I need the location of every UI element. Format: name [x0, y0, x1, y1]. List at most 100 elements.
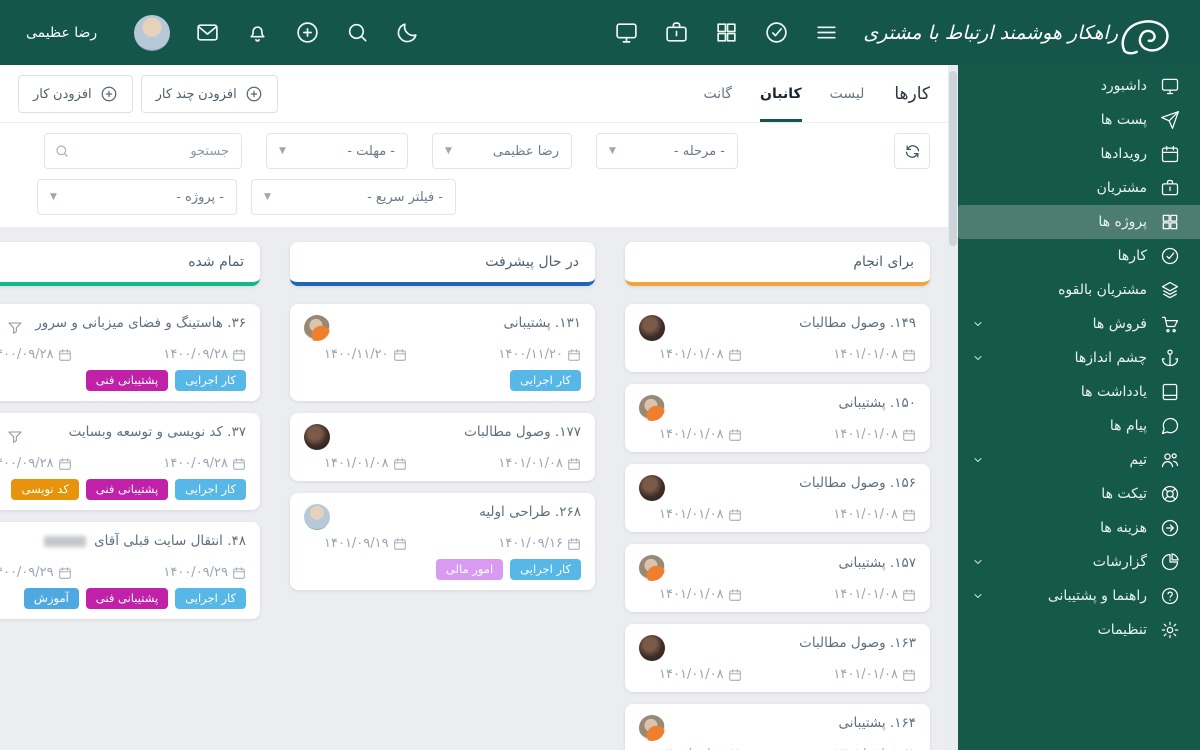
- moon-icon[interactable]: [395, 20, 420, 45]
- column-header: در حال پیشرفت: [290, 242, 595, 286]
- sidebar-item[interactable]: پروژه ها: [958, 205, 1200, 239]
- kanban-card[interactable]: ۲۶۸. طراحی اولیه ۱۴۰۱/۰۹/۱۶ ۱۴۰۱/۰۹/۱۹ کار …: [290, 493, 595, 590]
- card-date: ۱۴۰۱/۰۱/۰۸: [659, 427, 742, 442]
- quick-filter-select[interactable]: - فیلتر سریع - ▼: [251, 179, 456, 215]
- chevron-down-icon: [972, 556, 984, 568]
- sidebar-item[interactable]: پیام ها: [958, 409, 1200, 443]
- chat-icon: [1160, 416, 1180, 436]
- kanban-card[interactable]: ۱۴۹. وصول مطالبات ۱۴۰۱/۰۱/۰۸ ۱۴۰۱/۰۱/۰۸: [625, 304, 930, 372]
- brand-text: راهکار هوشمند ارتباط با مشتری: [863, 21, 1118, 44]
- chevron-down-icon: ▼: [50, 191, 57, 202]
- search-icon: [54, 143, 70, 159]
- calendar-icon: [58, 348, 72, 362]
- calendar-icon: [232, 566, 246, 580]
- gear-icon: [1160, 620, 1180, 640]
- kanban-card[interactable]: ۱۶۳. وصول مطالبات ۱۴۰۱/۰۱/۰۸ ۱۴۰۱/۰۱/۰۸: [625, 624, 930, 692]
- tab-active[interactable]: کانبان: [760, 65, 802, 122]
- sidebar-item[interactable]: تنظیمات: [958, 613, 1200, 647]
- tab-view[interactable]: لیست: [830, 65, 865, 122]
- calendar-icon: [728, 668, 742, 682]
- sidebar-item[interactable]: مشتریان: [958, 171, 1200, 205]
- kanban-card[interactable]: ۱۵۷. پشتیبانی ۱۴۰۱/۰۱/۰۸ ۱۴۰۱/۰۱/۰۸: [625, 544, 930, 612]
- sidebar-item[interactable]: چشم اندازها: [958, 341, 1200, 375]
- sidebar-item[interactable]: فروش ها: [958, 307, 1200, 341]
- card-date: ۱۴۰۱/۰۱/۰۸: [833, 667, 916, 682]
- topbar: راهکار هوشمند ارتباط با مشتری رضا عظیمی: [0, 0, 1200, 65]
- briefcase-icon[interactable]: [664, 20, 689, 45]
- card-date: ۱۴۰۱/۰۱/۰۸: [833, 347, 916, 362]
- tag: امور مالی: [435, 559, 504, 580]
- card-date: ۱۴۰۱/۰۱/۰۸: [833, 587, 916, 602]
- sidebar-item[interactable]: یادداشت ها: [958, 375, 1200, 409]
- card-date: ۱۴۰۱/۰۱/۰۸: [659, 587, 742, 602]
- mail-icon[interactable]: [195, 20, 220, 45]
- sidebar-item-label: پست ها: [1100, 112, 1147, 128]
- bell-icon[interactable]: [245, 20, 270, 45]
- sidebar-item[interactable]: کارها: [958, 239, 1200, 273]
- plus-circle-icon[interactable]: [295, 20, 320, 45]
- topbar-left-group: رضا عظیمی: [26, 14, 420, 51]
- sidebar-item[interactable]: تیم: [958, 443, 1200, 477]
- search-icon[interactable]: [345, 20, 370, 45]
- calendar-icon: [902, 588, 916, 602]
- assignee-avatar: [639, 555, 665, 581]
- sidebar-item[interactable]: پست ها: [958, 103, 1200, 137]
- sidebar-item[interactable]: داشبورد: [958, 69, 1200, 103]
- card-date: ۱۴۰۰/۰۹/۲۸: [163, 347, 246, 362]
- card-date: ۱۴۰۰/۰۹/۲۸: [0, 347, 72, 362]
- calendar-icon: [393, 537, 407, 551]
- sidebar-item[interactable]: رویدادها: [958, 137, 1200, 171]
- tag: کار اجرایی: [175, 588, 246, 609]
- card-date: ۱۴۰۰/۰۹/۲۹: [163, 565, 246, 580]
- sidebar-item-label: پروژه ها: [1098, 214, 1147, 230]
- calendar-icon: [232, 457, 246, 471]
- user-name: رضا عظیمی: [26, 24, 98, 41]
- kanban-card[interactable]: ۳۶. هاستینگ و فضای میزبانی و سرور ۱۴۰۰/۰۹…: [0, 304, 260, 401]
- kanban-card[interactable]: ۱۵۰. پشتیبانی ۱۴۰۱/۰۱/۰۸ ۱۴۰۱/۰۱/۰۸: [625, 384, 930, 452]
- tag: کار اجرایی: [510, 370, 581, 391]
- assignee-filter-select[interactable]: رضا عظیمی ▼: [432, 133, 572, 169]
- check-circle-icon[interactable]: [764, 20, 789, 45]
- calendar-icon: [567, 457, 581, 471]
- sidebar-item-label: کارها: [1117, 248, 1147, 264]
- calendar-icon: [728, 428, 742, 442]
- kanban-card[interactable]: ۳۷. کد نویسی و توسعه وبسایت ۱۴۰۰/۰۹/۲۸ ۱۴۰…: [0, 413, 260, 510]
- stage-filter-select[interactable]: - مرحله - ▼: [596, 133, 738, 169]
- kanban-card[interactable]: ۱۳۱. پشتیبانی ۱۴۰۰/۱۱/۲۰ ۱۴۰۰/۱۱/۲۰ کار اجر…: [290, 304, 595, 401]
- send-icon: [1160, 110, 1180, 130]
- search-input[interactable]: [44, 133, 242, 169]
- scrollbar-thumb[interactable]: [949, 71, 957, 246]
- refresh-button[interactable]: [894, 133, 930, 169]
- calendar-icon: [58, 566, 72, 580]
- sidebar-item-label: مشتریان بالقوه: [1058, 282, 1147, 298]
- sidebar-item[interactable]: هزینه ها: [958, 511, 1200, 545]
- kanban-card[interactable]: ۱۶۴. پشتیبانی۱۴۰۱/۰۱/۰۸۱۴۰۱/۰۱/۰۸: [625, 704, 930, 750]
- user-avatar[interactable]: [134, 14, 171, 51]
- sidebar-item-label: چشم اندازها: [1074, 350, 1147, 366]
- kanban-card[interactable]: ۴۸. انتقال سایت قبلی آقای ۱۴۰۰/۰۹/۲۹ ۱۴۰۰…: [0, 522, 260, 619]
- tab-view[interactable]: گانت: [703, 65, 732, 122]
- grid-icon[interactable]: [714, 20, 739, 45]
- calendar-icon: [902, 668, 916, 682]
- sidebar-item[interactable]: راهنما و پشتیبانی: [958, 579, 1200, 613]
- card-date: ۱۴۰۱/۰۱/۰۸: [659, 507, 742, 522]
- add-task-button[interactable]: افزودن کار: [18, 74, 133, 113]
- card-title: ۳۶. هاستینگ و فضای میزبانی و سرور: [35, 315, 246, 331]
- menu-icon[interactable]: [814, 20, 839, 45]
- monitor-icon[interactable]: [614, 20, 639, 45]
- card-date: ۱۴۰۱/۰۹/۱۹: [324, 536, 407, 551]
- briefcase-icon: [1160, 178, 1180, 198]
- lifebuoy-icon: [1160, 484, 1180, 504]
- kanban-card[interactable]: ۱۷۷. وصول مطالبات ۱۴۰۱/۰۱/۰۸ ۱۴۰۱/۰۱/۰۸: [290, 413, 595, 481]
- tasks-header-row: کارها لیست کانبان گانت افزودن چند کار افزو…: [0, 65, 948, 123]
- sidebar-item[interactable]: گزارشات: [958, 545, 1200, 579]
- add-multiple-tasks-button[interactable]: افزودن چند کار: [140, 74, 278, 113]
- funnel-icon: [7, 429, 23, 445]
- sidebar-item[interactable]: مشتریان بالقوه: [958, 273, 1200, 307]
- sidebar-item[interactable]: تیکت ها: [958, 477, 1200, 511]
- card-title: ۱۶۴. پشتیبانی: [838, 715, 917, 731]
- project-filter-select[interactable]: - پروژه - ▼: [37, 179, 237, 215]
- card-date: ۱۴۰۱/۰۱/۰۸: [833, 427, 916, 442]
- kanban-card[interactable]: ۱۵۶. وصول مطالبات ۱۴۰۱/۰۱/۰۸ ۱۴۰۱/۰۱/۰۸: [625, 464, 930, 532]
- deadline-filter-select[interactable]: - مهلت - ▼: [266, 133, 408, 169]
